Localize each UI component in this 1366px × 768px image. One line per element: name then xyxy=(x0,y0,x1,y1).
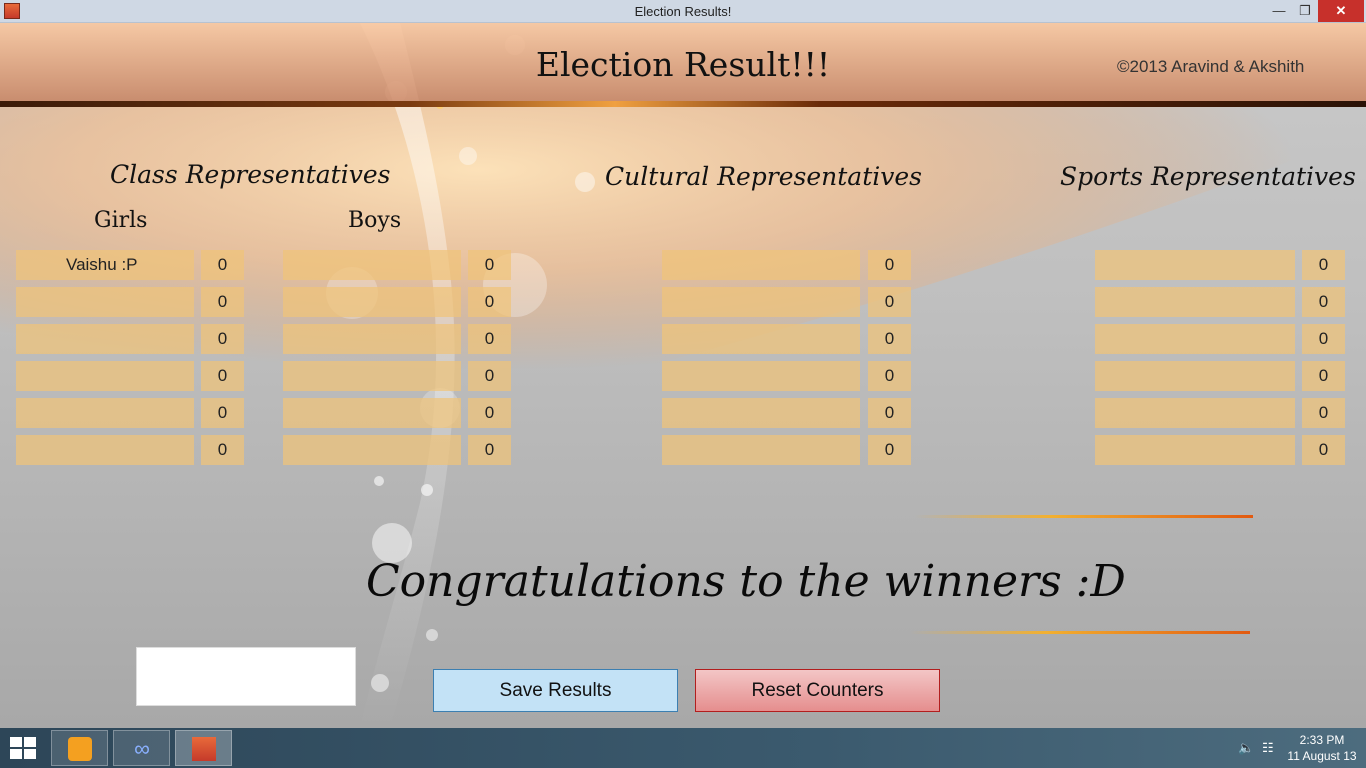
cultural-vote-count: 0 xyxy=(868,435,911,465)
cultural-vote-count: 0 xyxy=(868,361,911,391)
taskbar-clock[interactable]: 2:33 PM 11 August 13 xyxy=(1283,732,1361,764)
taskbar-item-media-player[interactable] xyxy=(51,730,108,766)
decorative-line-bottom xyxy=(910,631,1250,634)
media-player-icon xyxy=(68,737,92,761)
reset-counters-button[interactable]: Reset Counters xyxy=(695,669,940,712)
taskbar: ∞ 🔈 ☷ 2:33 PM 11 August 13 xyxy=(0,728,1366,768)
copyright-text: ©2013 Aravind & Akshith xyxy=(1117,57,1305,76)
boys-candidate-name xyxy=(283,398,461,428)
girls-candidate-name xyxy=(16,398,194,428)
network-icon[interactable]: ☷ xyxy=(1262,740,1274,756)
girls-vote-count: 0 xyxy=(201,398,244,428)
class-representatives-heading: Class Representatives xyxy=(110,160,391,189)
window-titlebar: Election Results! — ❐ ✕ xyxy=(0,0,1366,23)
infinity-app-icon: ∞ xyxy=(134,736,150,761)
taskbar-item-election-app[interactable] xyxy=(175,730,232,766)
boys-candidate-name xyxy=(283,435,461,465)
sports-vote-count: 0 xyxy=(1302,398,1345,428)
sports-vote-count: 0 xyxy=(1302,324,1345,354)
boys-candidate-name xyxy=(283,250,461,280)
girls-candidate-name xyxy=(16,324,194,354)
header-divider xyxy=(0,101,1366,107)
girls-vote-count: 0 xyxy=(201,324,244,354)
boys-heading: Boys xyxy=(348,208,402,233)
sports-vote-count: 0 xyxy=(1302,250,1345,280)
congratulations-text: Congratulations to the winners :D xyxy=(366,556,1126,607)
sports-candidate-name xyxy=(1095,435,1295,465)
cultural-vote-count: 0 xyxy=(868,398,911,428)
girls-vote-count: 0 xyxy=(201,435,244,465)
boys-vote-count: 0 xyxy=(468,435,511,465)
sports-candidate-name xyxy=(1095,361,1295,391)
blank-panel xyxy=(136,647,356,706)
girls-heading: Girls xyxy=(94,208,148,233)
sports-candidate-name xyxy=(1095,250,1295,280)
cultural-candidate-name xyxy=(662,361,860,391)
cultural-vote-count: 0 xyxy=(868,250,911,280)
boys-vote-count: 0 xyxy=(468,398,511,428)
boys-candidate-name xyxy=(283,361,461,391)
boys-vote-count: 0 xyxy=(468,287,511,317)
sports-vote-count: 0 xyxy=(1302,435,1345,465)
sports-candidate-name xyxy=(1095,324,1295,354)
girls-candidate-name xyxy=(16,361,194,391)
clock-date: 11 August 13 xyxy=(1287,749,1357,763)
close-button[interactable]: ✕ xyxy=(1318,0,1364,22)
cultural-representatives-heading: Cultural Representatives xyxy=(605,162,923,191)
girls-candidate-name xyxy=(16,287,194,317)
girls-vote-count: 0 xyxy=(201,250,244,280)
sports-candidate-name xyxy=(1095,287,1295,317)
cultural-candidate-name xyxy=(662,324,860,354)
election-app-icon xyxy=(192,737,216,761)
boys-candidate-name xyxy=(283,324,461,354)
girls-candidate-name: Vaishu :P xyxy=(16,250,194,280)
minimize-button[interactable]: — xyxy=(1268,0,1290,22)
girls-vote-count: 0 xyxy=(201,287,244,317)
girls-vote-count: 0 xyxy=(201,361,244,391)
sports-representatives-heading: Sports Representatives xyxy=(1060,162,1356,191)
cultural-candidate-name xyxy=(662,250,860,280)
app-window: Election Result!!! ©2013 Aravind & Akshi… xyxy=(0,23,1366,728)
taskbar-item-infinity-app[interactable]: ∞ xyxy=(113,730,170,766)
cultural-candidate-name xyxy=(662,287,860,317)
sports-vote-count: 0 xyxy=(1302,361,1345,391)
cultural-vote-count: 0 xyxy=(868,324,911,354)
cultural-vote-count: 0 xyxy=(868,287,911,317)
sports-vote-count: 0 xyxy=(1302,287,1345,317)
sports-candidate-name xyxy=(1095,398,1295,428)
windows-start-icon[interactable] xyxy=(10,737,38,761)
volume-icon[interactable]: 🔈 xyxy=(1238,740,1254,756)
save-results-button[interactable]: Save Results xyxy=(433,669,678,712)
clock-time: 2:33 PM xyxy=(1299,733,1345,747)
boys-vote-count: 0 xyxy=(468,361,511,391)
cultural-candidate-name xyxy=(662,435,860,465)
decorative-line-top xyxy=(915,515,1253,518)
girls-candidate-name xyxy=(16,435,194,465)
window-title: Election Results! xyxy=(634,4,732,19)
restore-button[interactable]: ❐ xyxy=(1294,0,1316,22)
boys-vote-count: 0 xyxy=(468,324,511,354)
boys-candidate-name xyxy=(283,287,461,317)
boys-vote-count: 0 xyxy=(468,250,511,280)
cultural-candidate-name xyxy=(662,398,860,428)
